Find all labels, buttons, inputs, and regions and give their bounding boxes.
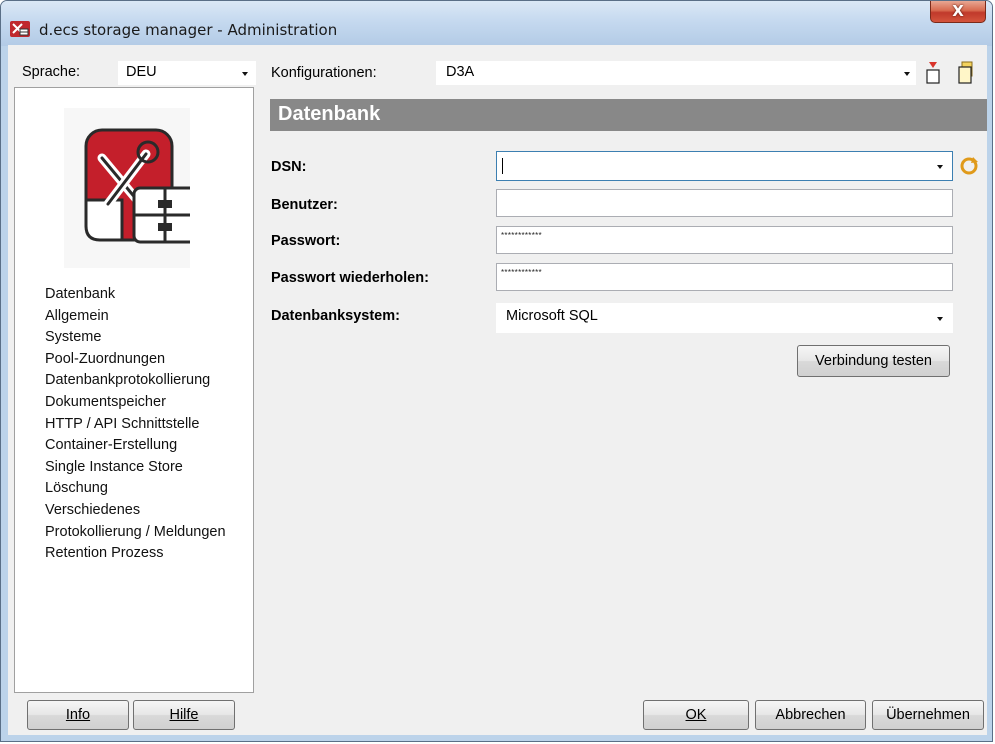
config-select[interactable]: D3A (436, 61, 916, 85)
password-field[interactable]: ************ (496, 226, 953, 254)
admin-tools-logo (64, 108, 190, 268)
ok-button-label: OK (685, 707, 707, 723)
sidebar-nav: Datenbank Allgemein Systeme Pool-Zuordnu… (45, 284, 226, 565)
title-bar[interactable]: d.ecs storage manager - Administration X (1, 1, 992, 46)
cancel-button-label: Abbrechen (775, 707, 846, 723)
password-label: Passwort: (271, 233, 341, 249)
copy-config-icon[interactable] (957, 61, 975, 85)
close-icon: X (952, 2, 964, 20)
language-select[interactable]: DEU (118, 61, 256, 85)
language-value: DEU (126, 64, 157, 80)
sidebar-item-container-erstellung[interactable]: Container-Erstellung (45, 435, 226, 457)
test-connection-button[interactable]: Verbindung testen (797, 345, 950, 377)
refresh-icon[interactable] (959, 156, 979, 176)
info-button[interactable]: Info (27, 700, 129, 730)
section-header: Datenbank (270, 99, 987, 131)
sidebar-item-allgemein[interactable]: Allgemein (45, 306, 226, 328)
sidebar-item-retention[interactable]: Retention Prozess (45, 543, 226, 565)
text-cursor (502, 158, 503, 174)
sidebar-item-datenbank[interactable]: Datenbank (45, 284, 226, 306)
apply-button[interactable]: Übernehmen (872, 700, 984, 730)
config-value: D3A (446, 64, 475, 80)
user-label: Benutzer: (271, 197, 338, 213)
apply-button-label: Übernehmen (886, 707, 970, 723)
cancel-button[interactable]: Abbrechen (755, 700, 866, 730)
window-title: d.ecs storage manager - Administration (39, 21, 338, 39)
dsn-label: DSN: (271, 159, 307, 175)
password-repeat-value: ************ (501, 268, 542, 277)
help-button[interactable]: Hilfe (133, 700, 235, 730)
chevron-down-icon (904, 72, 910, 76)
sidebar-item-datenbankprotokollierung[interactable]: Datenbankprotokollierung (45, 370, 226, 392)
password-repeat-field[interactable]: ************ (496, 263, 953, 291)
sidebar-item-http-api[interactable]: HTTP / API Schnittstelle (45, 414, 226, 436)
sidebar-item-protokollierung[interactable]: Protokollierung / Meldungen (45, 522, 226, 544)
sidebar-item-single-instance-store[interactable]: Single Instance Store (45, 457, 226, 479)
sidebar-item-verschiedenes[interactable]: Verschiedenes (45, 500, 226, 522)
chevron-down-icon (242, 72, 248, 76)
dbsystem-label: Datenbanksystem: (271, 308, 400, 324)
ok-button[interactable]: OK (643, 700, 749, 730)
section-title: Datenbank (278, 103, 381, 125)
help-button-label: Hilfe (169, 707, 199, 723)
dsn-select[interactable] (496, 151, 953, 181)
app-icon (10, 21, 30, 37)
info-button-label: Info (65, 707, 91, 723)
sidebar-item-pool-zuordnungen[interactable]: Pool-Zuordnungen (45, 349, 226, 371)
dbsystem-select[interactable]: Microsoft SQL (496, 303, 953, 333)
close-button[interactable]: X (930, 1, 986, 23)
new-config-icon[interactable] (926, 62, 940, 84)
user-field[interactable] (496, 189, 953, 217)
dbsystem-value: Microsoft SQL (506, 308, 598, 324)
sidebar-item-dokumentspeicher[interactable]: Dokumentspeicher (45, 392, 226, 414)
chevron-down-icon (937, 317, 943, 321)
config-label: Konfigurationen: (271, 65, 377, 81)
password-value: ************ (501, 231, 542, 240)
sidebar-item-systeme[interactable]: Systeme (45, 327, 226, 349)
password-repeat-label: Passwort wiederholen: (271, 270, 429, 286)
chevron-down-icon (937, 165, 943, 169)
sidebar-item-loeschung[interactable]: Löschung (45, 478, 226, 500)
language-label: Sprache: (22, 64, 81, 80)
